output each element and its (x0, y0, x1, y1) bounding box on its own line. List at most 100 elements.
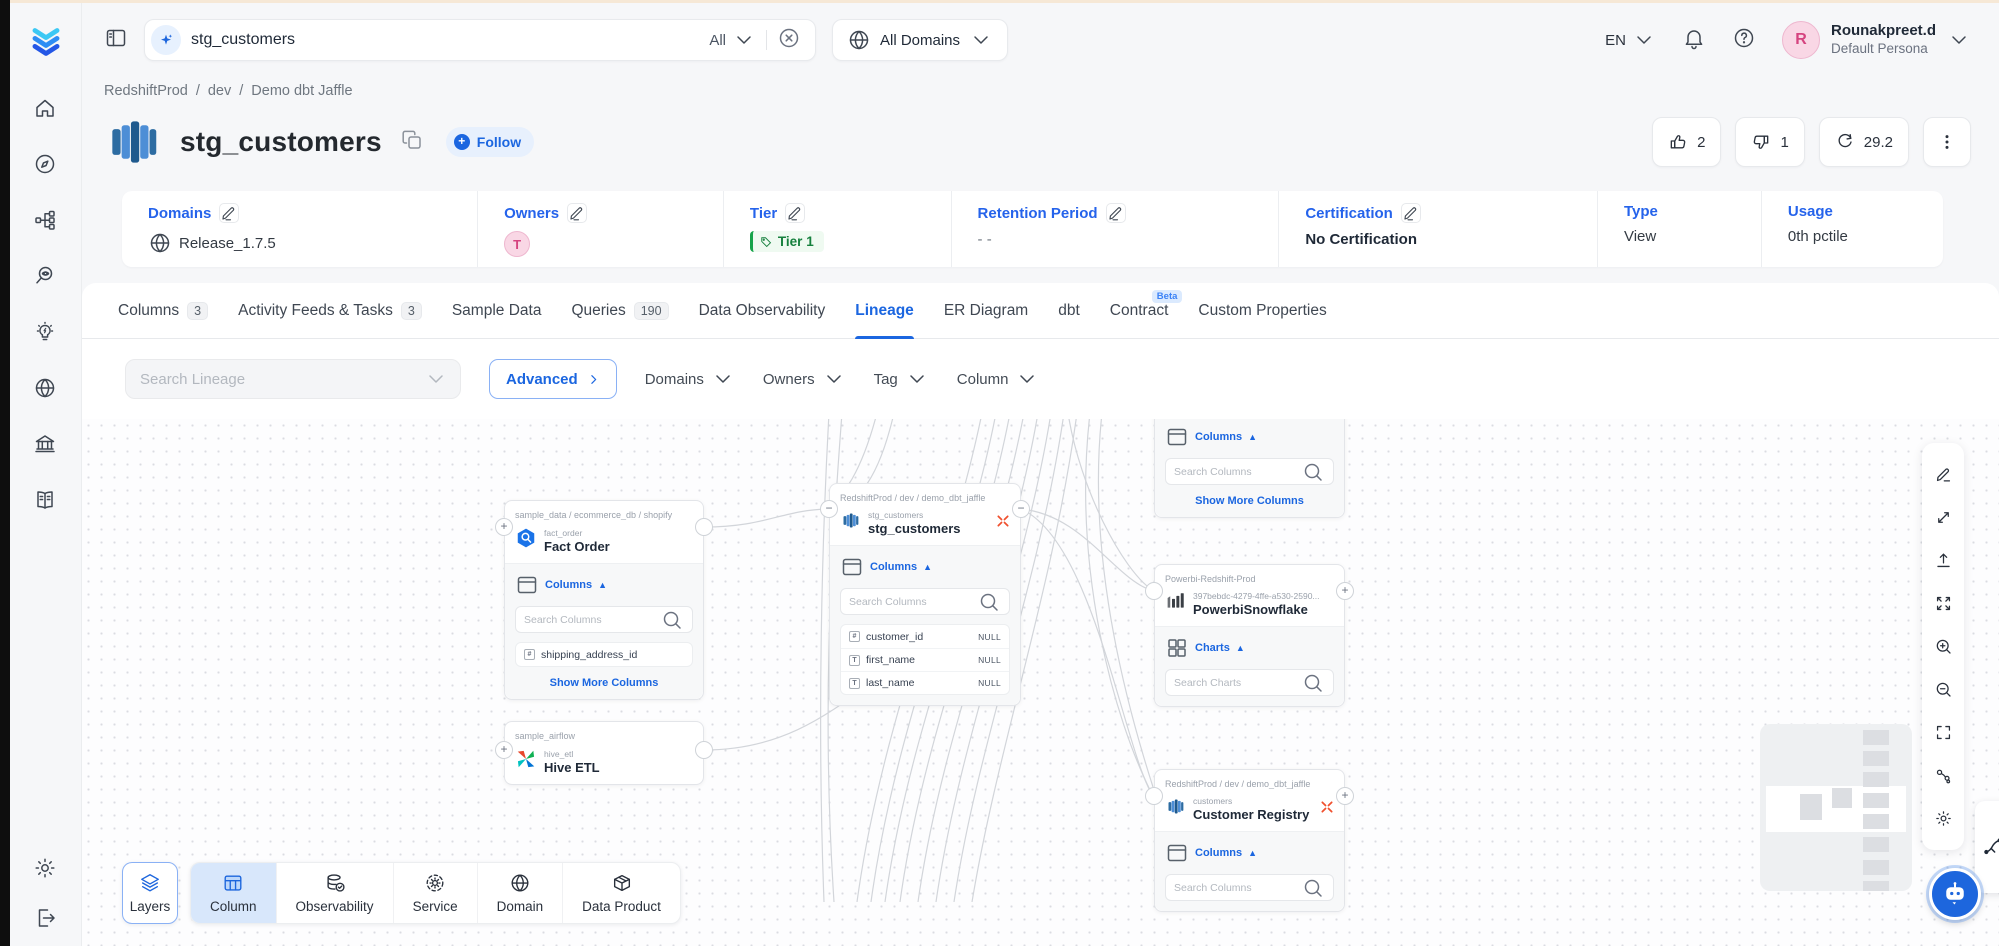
settings-gear-icon[interactable] (33, 856, 59, 882)
columns-search-input[interactable] (849, 596, 977, 608)
observability-search-icon[interactable] (33, 264, 59, 290)
tab-data-observability[interactable]: Data Observability (699, 283, 826, 338)
lineage-node-fact-order[interactable]: sample_data / ecommerce_db / shopify fac… (504, 500, 704, 700)
lineage-node-stg-customers[interactable]: RedshiftProd / dev / demo_dbt_jaffle stg… (829, 483, 1021, 706)
owners-label[interactable]: Owners (504, 205, 559, 222)
edit-certification-icon[interactable] (1401, 203, 1421, 223)
share-link-icon[interactable] (1922, 754, 1964, 797)
copy-name-icon[interactable] (400, 128, 424, 157)
resize-diagonal-icon[interactable] (1922, 496, 1964, 539)
follow-button[interactable]: + Follow (446, 127, 534, 157)
language-selector[interactable]: EN (1605, 28, 1656, 52)
upvote-button[interactable]: 2 (1652, 117, 1721, 167)
edge-port-connector[interactable] (1145, 787, 1163, 805)
lineage-node-hive-etl[interactable]: sample_airflow hive_etl Hive ETL (504, 721, 704, 785)
columns-section-toggle[interactable]: Columns▲ (840, 555, 1010, 579)
collapse-downstream-connector[interactable]: − (1012, 500, 1030, 518)
all-domains-selector[interactable]: All Domains (832, 19, 1008, 61)
mode-column[interactable]: Column (191, 863, 276, 923)
mode-data-product[interactable]: Data Product (562, 863, 680, 923)
global-search-bar[interactable]: All (144, 19, 816, 61)
lineage-node-upstream-partial[interactable]: Columns▲ Show More Columns (1154, 419, 1345, 518)
tab-lineage[interactable]: Lineage (855, 283, 914, 338)
lineage-search-input[interactable] (140, 371, 424, 388)
search-input[interactable] (191, 31, 699, 49)
insights-bulb-icon[interactable] (33, 320, 59, 346)
sidebar-toggle-icon[interactable] (104, 26, 128, 55)
fullscreen-icon[interactable] (1922, 711, 1964, 754)
mode-service[interactable]: Service (393, 863, 477, 923)
lineage-search-box[interactable] (125, 359, 461, 399)
downvote-button[interactable]: 1 (1735, 117, 1804, 167)
domains-value[interactable]: Release_1.7.5 (179, 235, 276, 252)
lineage-control-flyout[interactable] (1975, 801, 1999, 893)
columns-search-input[interactable] (524, 614, 660, 626)
show-more-columns-link[interactable]: Show More Columns (515, 677, 693, 689)
ai-assistant-bot-button[interactable] (1929, 868, 1981, 920)
collapse-lineage-icon[interactable] (996, 514, 1010, 533)
show-more-columns-link[interactable]: Show More Columns (1165, 495, 1334, 507)
lineage-flow-icon[interactable] (33, 208, 59, 234)
charts-search-box[interactable] (1165, 669, 1334, 696)
lineage-node-powerbi-snowflake[interactable]: Powerbi-Redshift-Prod 397bebdc-4279-4ffe… (1154, 564, 1345, 707)
tab-custom-properties[interactable]: Custom Properties (1198, 283, 1326, 338)
expand-downstream-connector[interactable]: + (1336, 582, 1354, 600)
advanced-filter-button[interactable]: Advanced (489, 359, 617, 399)
expand-view-icon[interactable] (1922, 582, 1964, 625)
home-icon[interactable] (33, 96, 59, 122)
charts-search-input[interactable] (1174, 677, 1301, 689)
export-upload-icon[interactable] (1922, 539, 1964, 582)
edit-domains-icon[interactable] (219, 203, 239, 223)
column-row[interactable]: #shipping_address_id (516, 643, 692, 666)
tab-contract[interactable]: ContractBeta (1110, 283, 1169, 338)
expand-upstream-connector[interactable]: + (495, 518, 513, 536)
column-row[interactable]: #customer_idNULL (841, 625, 1009, 648)
mode-observability[interactable]: Observability (276, 863, 393, 923)
columns-search-input[interactable] (1174, 882, 1301, 894)
filter-tag-dropdown[interactable]: Tag (874, 367, 929, 391)
tier-badge[interactable]: Tier 1 (750, 231, 824, 252)
columns-search-input[interactable] (1174, 466, 1301, 478)
collapse-lineage-icon[interactable] (1320, 800, 1334, 819)
columns-search-box[interactable] (1165, 874, 1334, 901)
canvas-settings-gear-icon[interactable] (1922, 797, 1964, 840)
tab-dbt[interactable]: dbt (1058, 283, 1080, 338)
charts-section-toggle[interactable]: Charts▲ (1165, 636, 1334, 660)
columns-search-box[interactable] (840, 588, 1010, 615)
columns-search-box[interactable] (1165, 458, 1334, 485)
edge-port-connector[interactable] (695, 518, 713, 536)
notifications-bell-icon[interactable] (1682, 26, 1706, 55)
freshness-score-button[interactable]: 29.2 (1819, 117, 1909, 167)
filter-owners-dropdown[interactable]: Owners (763, 367, 846, 391)
filter-column-dropdown[interactable]: Column (957, 367, 1040, 391)
more-actions-button[interactable] (1923, 117, 1971, 167)
glossary-book-icon[interactable] (33, 488, 59, 514)
clear-search-icon[interactable] (777, 26, 801, 55)
zoom-out-icon[interactable] (1922, 668, 1964, 711)
lineage-minimap[interactable] (1760, 724, 1912, 891)
certification-label[interactable]: Certification (1305, 205, 1393, 222)
columns-section-toggle[interactable]: Columns▲ (515, 573, 693, 597)
lineage-node-customer-registry[interactable]: RedshiftProd / dev / demo_dbt_jaffle cus… (1154, 769, 1345, 912)
layers-button[interactable]: Layers (122, 862, 178, 924)
user-menu[interactable]: R Rounakpreet.d Default Persona (1782, 21, 1971, 59)
help-icon[interactable] (1732, 26, 1756, 55)
lineage-canvas[interactable]: Columns▲ Show More Columns sample (82, 419, 1999, 946)
owner-avatar[interactable]: T (504, 231, 530, 257)
tier-label[interactable]: Tier (750, 205, 777, 222)
mode-domain[interactable]: Domain (477, 863, 563, 923)
filter-domains-dropdown[interactable]: Domains (645, 367, 735, 391)
annotate-edit-icon[interactable] (1922, 453, 1964, 496)
edge-port-connector[interactable] (695, 741, 713, 759)
retention-label[interactable]: Retention Period (978, 205, 1098, 222)
edit-tier-icon[interactable] (785, 203, 805, 223)
collapse-upstream-connector[interactable]: − (820, 500, 838, 518)
columns-search-box[interactable] (515, 606, 693, 633)
tab-activity-feeds[interactable]: Activity Feeds & Tasks3 (238, 283, 422, 338)
columns-section-toggle[interactable]: Columns▲ (1165, 841, 1334, 865)
breadcrumb-schema[interactable]: Demo dbt Jaffle (251, 83, 352, 99)
zoom-in-icon[interactable] (1922, 625, 1964, 668)
column-row[interactable]: Tfirst_nameNULL (841, 648, 1009, 671)
column-row[interactable]: Tlast_nameNULL (841, 671, 1009, 694)
edit-owners-icon[interactable] (567, 203, 587, 223)
